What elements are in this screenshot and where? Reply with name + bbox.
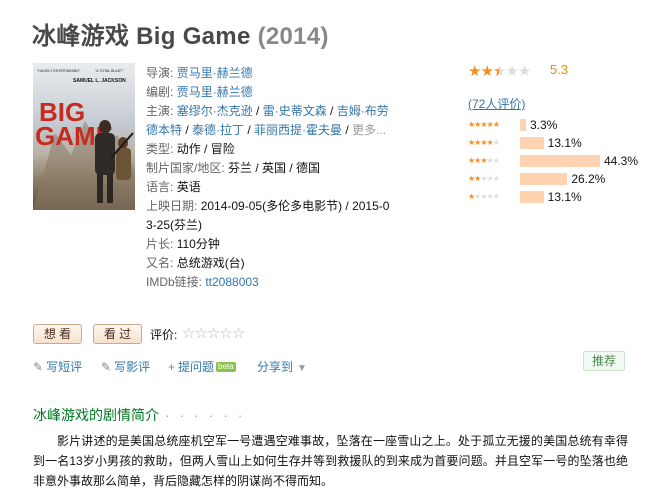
share-label: 分享到: [257, 360, 294, 374]
row-stars-icon: ★★★★★: [468, 174, 500, 183]
country-row: 制片国家/地区: 芬兰 / 英国 / 德国: [146, 161, 321, 175]
summary-heading-text: 冰峰游戏的剧情简介: [33, 407, 159, 423]
share-link[interactable]: 分享到 ▼: [257, 358, 307, 375]
row-stars-icon: ★★★★★: [468, 156, 500, 165]
rating-count-link[interactable]: (72人评价): [468, 95, 525, 112]
movie-info: 导演: 贾马里·赫兰德 编剧: 贾马里·赫兰德 主演: 塞缪尔·杰克逊 / 雷·…: [146, 64, 396, 292]
summary-text: 影片讲述的是美国总统座机空军一号遭遇空难事故，坠落在一座雪山之上。处于孤立无援的…: [33, 434, 628, 488]
runtime-label: 片长: [146, 237, 171, 251]
rating-distribution-row: ★★★★★ 13.1%: [468, 136, 638, 150]
cast-link[interactable]: 泰德·拉丁: [192, 123, 244, 137]
genre-value: 动作 / 冒险: [176, 142, 235, 156]
row-stars-icon: ★★★★★: [468, 138, 500, 147]
movie-name: 冰峰游戏 Big Game: [32, 23, 251, 50]
ask-question-link[interactable]: + 提问题 beta: [168, 358, 236, 375]
rating-percent: 44.3%: [604, 154, 639, 168]
runtime-value: 110分钟: [176, 237, 220, 251]
imdb-row: IMDb链接: tt2088003: [146, 275, 259, 289]
director-link[interactable]: 贾马里·赫兰德: [177, 66, 253, 80]
runtime-row: 片长: 110分钟: [146, 237, 220, 251]
rating-bar: [520, 191, 544, 203]
want-to-see-button[interactable]: 想 看: [33, 324, 82, 344]
genre-row: 类型: 动作 / 冒险: [146, 142, 235, 156]
director-row: 导演: 贾马里·赫兰德: [146, 66, 253, 80]
rating-distribution-row: ★★★★★ 26.2%: [468, 172, 638, 186]
write-short-review-label: 写短评: [46, 360, 83, 374]
beta-badge: beta: [216, 362, 236, 372]
cast-link[interactable]: 塞缪尔·杰克逊: [177, 104, 253, 118]
rating-distribution-row: ★★★★★ 13.1%: [468, 190, 638, 204]
pencil-icon: ✎: [101, 360, 112, 374]
star-icon: ★: [517, 63, 531, 80]
row-stars-icon: ★★★★★: [468, 120, 500, 129]
writer-link[interactable]: 贾马里·赫兰德: [177, 85, 253, 99]
star-icon: ★: [468, 63, 481, 80]
seen-button[interactable]: 看 过: [93, 324, 142, 344]
plus-icon: +: [168, 360, 176, 374]
rating-percent: 13.1%: [547, 190, 582, 204]
poster-tagline-right: "A TOTAL BLAST": [95, 69, 124, 73]
aka-label: 又名: [146, 256, 171, 270]
summary-heading-dots: · · · · · ·: [165, 407, 246, 423]
write-short-review-link[interactable]: ✎ 写短评: [33, 358, 82, 375]
director-label: 导演: [146, 66, 171, 80]
pencil-icon: ✎: [33, 360, 44, 374]
writer-row: 编剧: 贾马里·赫兰德: [146, 85, 253, 99]
star-icon: ★: [480, 63, 493, 80]
writer-label: 编剧: [146, 85, 171, 99]
write-review-label: 写影评: [114, 360, 151, 374]
rate-star-1[interactable]: ☆: [182, 325, 195, 342]
release-label: 上映日期: [146, 199, 195, 213]
rating-bar: [520, 137, 544, 149]
rating-percent: 26.2%: [571, 172, 606, 186]
rating-percent: 13.1%: [547, 136, 582, 150]
release-row: 上映日期: 2014-09-05(多伦多电影节) / 2015-03-25(芬兰…: [146, 199, 390, 232]
movie-poster[interactable]: "HUGELY ENTERTAINING" "A TOTAL BLAST" SA…: [33, 63, 135, 210]
movie-year: (2014): [257, 23, 329, 50]
poster-actor: SAMUEL L. JACKSON: [73, 78, 126, 84]
language-value: 英语: [176, 180, 201, 194]
rating-distribution-row: ★★★★★ 44.3%: [468, 154, 638, 168]
rating-stars: ★★★★★: [468, 62, 531, 80]
aka-row: 又名: 总统游戏(台): [146, 256, 245, 270]
imdb-link[interactable]: tt2088003: [205, 275, 258, 289]
my-rating-label: 评价:: [150, 328, 178, 342]
chevron-down-icon: ▼: [297, 363, 307, 374]
language-row: 语言: 英语: [146, 180, 201, 194]
rating-bar: [520, 119, 526, 131]
poster-art: "HUGELY ENTERTAINING" "A TOTAL BLAST" SA…: [33, 69, 135, 210]
rating-bar: [520, 155, 600, 167]
cast-row: 主演: 塞缪尔·杰克逊 / 雷·史蒂文森 / 吉姆·布劳 德本特 / 泰德·拉丁 …: [146, 104, 389, 137]
my-rating-stars[interactable]: ☆☆☆☆☆: [182, 324, 245, 342]
language-label: 语言: [146, 180, 171, 194]
star-icon: ★: [492, 63, 506, 80]
cast-label: 主演: [146, 104, 171, 118]
summary-heading: 冰峰游戏的剧情简介 · · · · · ·: [33, 405, 245, 425]
star-icon: ★: [505, 63, 518, 80]
rate-star-3[interactable]: ☆: [207, 325, 220, 342]
rating-distribution-row: ★★★★★ 3.3%: [468, 118, 638, 132]
imdb-label: IMDb链接: [146, 275, 199, 289]
aka-value: 总统游戏(台): [176, 256, 245, 270]
cast-link[interactable]: 德本特: [146, 123, 182, 137]
country-value: 芬兰 / 英国 / 德国: [228, 161, 321, 175]
row-stars-icon: ★★★★★: [468, 192, 500, 201]
ask-question-label: 提问题: [178, 360, 215, 374]
cast-more-link[interactable]: 更多...: [352, 123, 386, 137]
genre-label: 类型: [146, 142, 171, 156]
recommend-button[interactable]: 推荐: [583, 351, 625, 371]
rate-star-4[interactable]: ☆: [219, 325, 232, 342]
rating-bar: [520, 173, 568, 185]
cast-link[interactable]: 菲丽西提·霍夫曼: [254, 123, 342, 137]
rating-percent: 3.3%: [529, 118, 558, 132]
write-review-link[interactable]: ✎ 写影评: [101, 358, 150, 375]
country-label: 制片国家/地区: [146, 161, 222, 175]
rate-star-5[interactable]: ☆: [232, 325, 245, 342]
poster-tagline-left: "HUGELY ENTERTAINING": [37, 69, 81, 73]
cast-link[interactable]: 雷·史蒂文森: [263, 104, 327, 118]
rate-star-2[interactable]: ☆: [194, 325, 207, 342]
page-title: 冰峰游戏 Big Game (2014): [32, 16, 329, 51]
rating-score: 5.3: [550, 62, 569, 77]
cast-link[interactable]: 吉姆·布劳: [337, 104, 389, 118]
